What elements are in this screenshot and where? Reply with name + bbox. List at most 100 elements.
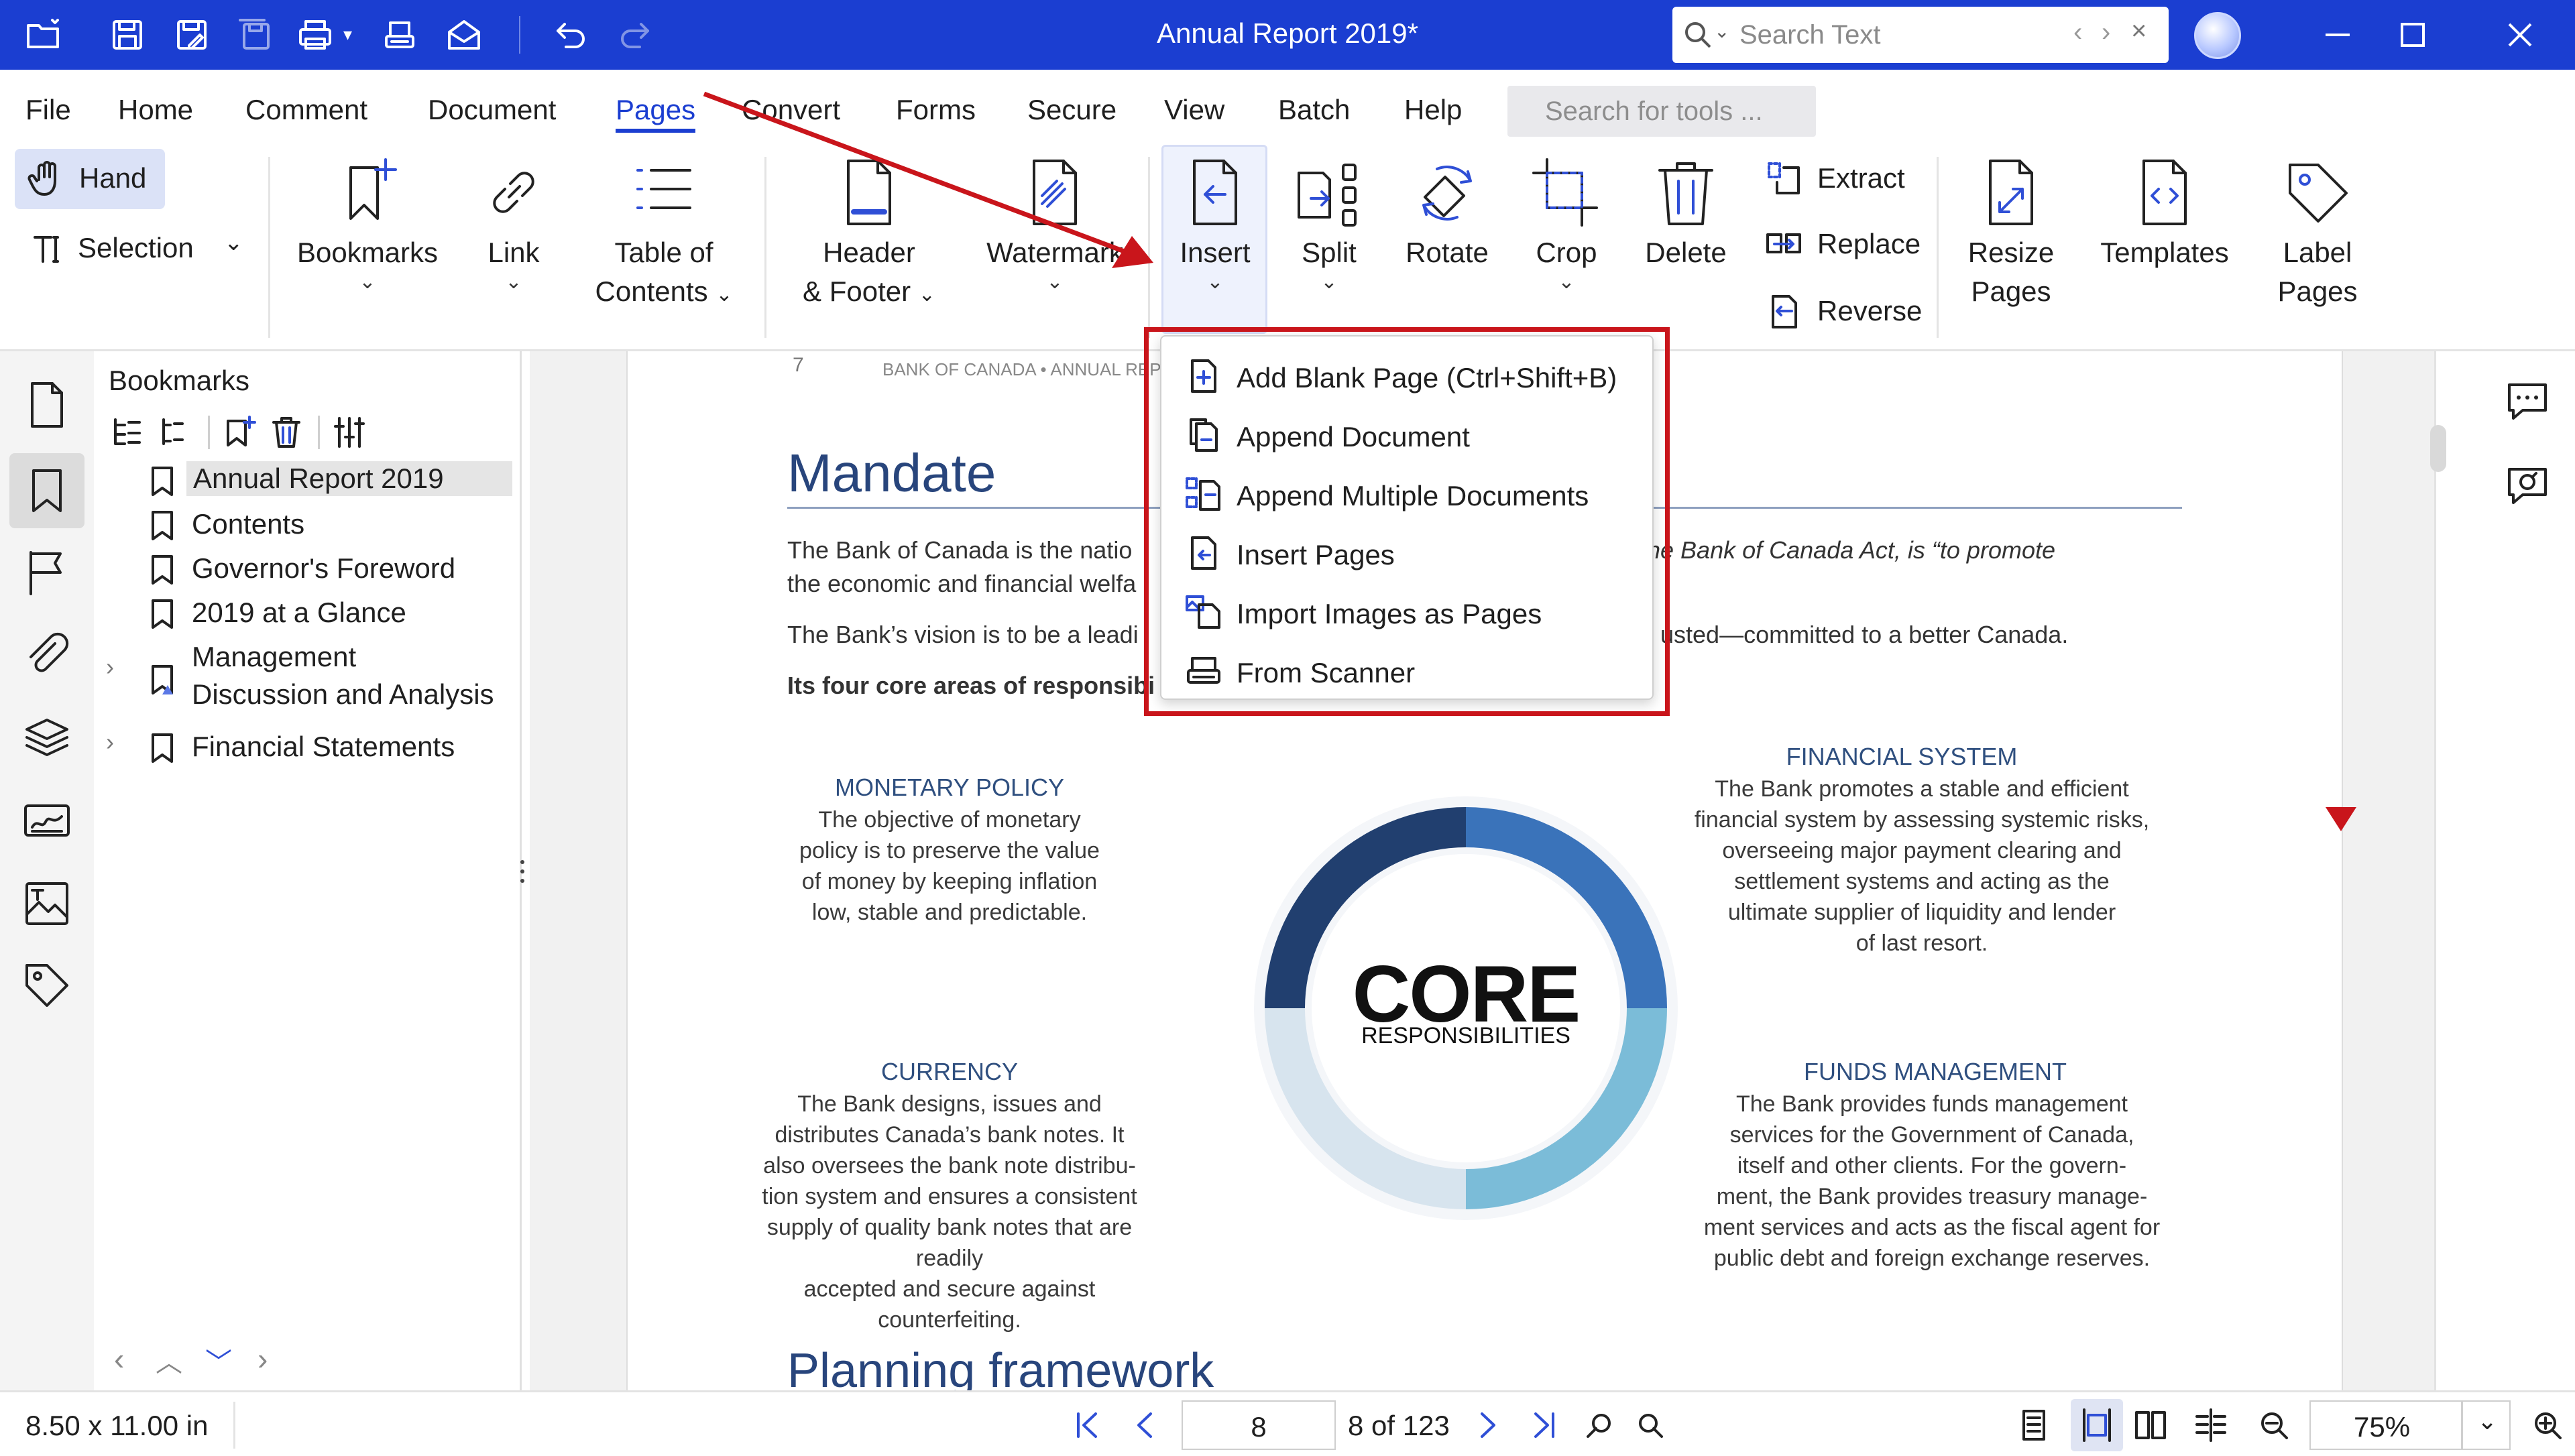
layers-icon[interactable] [20,711,74,764]
delete-button[interactable]: Delete [1636,156,1735,272]
template-code-icon [2128,156,2201,229]
two-page-view-icon[interactable] [2132,1407,2169,1443]
last-page-icon[interactable] [1526,1407,1562,1443]
minimize-icon[interactable] [2320,17,2355,52]
bookmark-prev-icon[interactable]: ‹ [114,1341,124,1377]
financial-system-title: FINANCIAL SYSTEM [1786,743,2018,770]
tool-search-placeholder: Search for tools ... [1545,97,1763,126]
tag-icon[interactable] [20,959,74,1012]
next-view-icon[interactable] [1632,1407,1668,1443]
search-options-chevron-icon[interactable]: ⌄ [1714,20,1729,42]
next-page-icon[interactable] [1469,1407,1505,1443]
replace-label: Replace [1817,228,1921,259]
insert-button[interactable]: Insert ⌄ [1165,156,1265,292]
menu-home[interactable]: Home [118,94,193,126]
maximize-icon[interactable] [2395,17,2430,52]
search-prev-icon[interactable]: ‹ [2073,17,2082,48]
image-text-icon[interactable] [20,877,74,930]
extract-button[interactable]: Extract [1764,158,1918,198]
search-text-input[interactable]: ⌄ Search Text ‹ › × [1672,7,2169,63]
menu-pages[interactable]: Pages [616,94,696,133]
bookmark-item[interactable]: › Management Discussion and Analysis [94,635,522,716]
crop-label: Crop [1536,237,1597,268]
menu-document[interactable]: Document [428,94,556,126]
menu-file[interactable]: File [25,94,71,126]
bookmark-item[interactable]: 2019 at a Glance [94,591,522,633]
bookmark-next-icon[interactable]: › [258,1341,268,1377]
expand-chevron-icon[interactable]: › [106,653,114,681]
planning-framework-heading: Planning framework [787,1344,1214,1390]
search-next-icon[interactable]: › [2102,17,2110,48]
hand-tool-button[interactable]: Hand [15,149,165,209]
body-line: tion system and ensures a consistent [762,1184,1137,1209]
collapse-all-icon[interactable] [154,414,190,450]
zoom-out-icon[interactable] [2256,1407,2292,1443]
page-marker-icon [2326,807,2356,831]
panel-resize-handle[interactable] [519,858,526,885]
bookmark-up-icon[interactable]: ︿ [156,1341,182,1380]
bookmark-down-icon[interactable]: ﹀ [205,1341,232,1380]
mandate-para2-cont: usted—committed to a better Canada. [1660,621,2069,648]
reverse-button[interactable]: Reverse [1764,291,1931,331]
flag-icon[interactable] [20,546,74,599]
templates-button[interactable]: Templates [2087,156,2242,272]
menu-comment[interactable]: Comment [245,94,367,126]
previous-page-icon[interactable] [1128,1407,1164,1443]
chevron-down-icon: ⌄ [1558,271,1575,293]
menu-batch[interactable]: Batch [1278,94,1350,126]
close-icon[interactable] [2503,17,2537,52]
search-clear-icon[interactable]: × [2131,16,2147,46]
rotate-label: Rotate [1406,237,1489,268]
user-avatar[interactable] [2194,12,2241,59]
selection-chevron-icon: ⌄ [224,230,243,255]
link-button[interactable]: Link ⌄ [467,156,561,292]
signature-icon[interactable] [20,794,74,847]
chevron-down-icon: ⌄ [918,284,935,306]
selection-tool-button[interactable]: Selection ⌄ [15,217,249,278]
page-number-input[interactable]: 8 [1182,1400,1336,1450]
bookmark-panel-icon[interactable] [20,464,74,518]
bookmarks-button[interactable]: Bookmarks ⌄ [288,156,447,292]
single-page-view-icon[interactable] [2016,1407,2052,1443]
bookmark-item[interactable]: Annual Report 2019 [94,459,522,500]
body-line: ment, the Bank provides treasury manage- [1716,1184,2148,1209]
bookmark-item[interactable]: › Financial Statements [94,725,522,767]
title-bar: ▾ Annual Report 2019* ⌄ Search Text ‹ › … [0,0,2575,70]
menu-view[interactable]: View [1164,94,1224,126]
expand-all-icon[interactable] [109,414,145,450]
add-bookmark-icon[interactable] [221,414,258,450]
expand-chevron-icon[interactable]: › [106,728,114,756]
zoom-in-icon[interactable] [2529,1407,2566,1443]
chevron-down-icon: ⌄ [1046,271,1064,293]
hand-label: Hand [79,162,147,194]
pages-thumbnail-icon[interactable] [20,378,74,432]
hand-icon [27,161,56,196]
replace-button[interactable]: Replace [1764,224,1931,264]
attachment-icon[interactable] [20,629,74,682]
first-page-icon[interactable] [1069,1407,1105,1443]
comment-panel-icon[interactable] [2504,378,2551,425]
two-page-continuous-icon[interactable] [2193,1407,2229,1443]
body-line: itself and other clients. For the govern… [1737,1153,2127,1178]
annotation-highlight-box [1144,327,1670,716]
bookmark-item[interactable]: Contents [94,503,522,544]
bookmark-settings-icon[interactable] [331,414,367,450]
ai-assistant-icon[interactable] [2504,463,2551,509]
resize-pages-button[interactable]: Resize Pages [1954,156,2068,311]
label-pages-button[interactable]: Label Pages [2263,156,2372,311]
delete-bookmark-icon[interactable] [268,414,304,450]
split-button[interactable]: Split ⌄ [1282,156,1376,292]
continuous-view-icon[interactable] [2079,1407,2115,1443]
rotate-button[interactable]: Rotate [1396,156,1498,272]
bookmark-label: Management [192,641,357,672]
bookmark-item[interactable]: Governor's Foreword [94,547,522,589]
previous-view-icon[interactable] [1581,1407,1617,1443]
menu-help[interactable]: Help [1404,94,1462,126]
crop-button[interactable]: Crop ⌄ [1517,156,1616,292]
tool-search-input[interactable]: Search for tools ... [1507,86,1816,137]
body-line: The Bank promotes a stable and efficient [1715,776,2129,802]
vertical-scrollbar-thumb[interactable] [2430,425,2446,472]
status-bar: 8.50 x 11.00 in 8 8 of 123 75% ⌄ [0,1390,2575,1456]
zoom-level-select[interactable]: 75% ⌄ [2309,1400,2511,1450]
mandate-para1: The Bank of Canada is the natio [787,536,1133,564]
